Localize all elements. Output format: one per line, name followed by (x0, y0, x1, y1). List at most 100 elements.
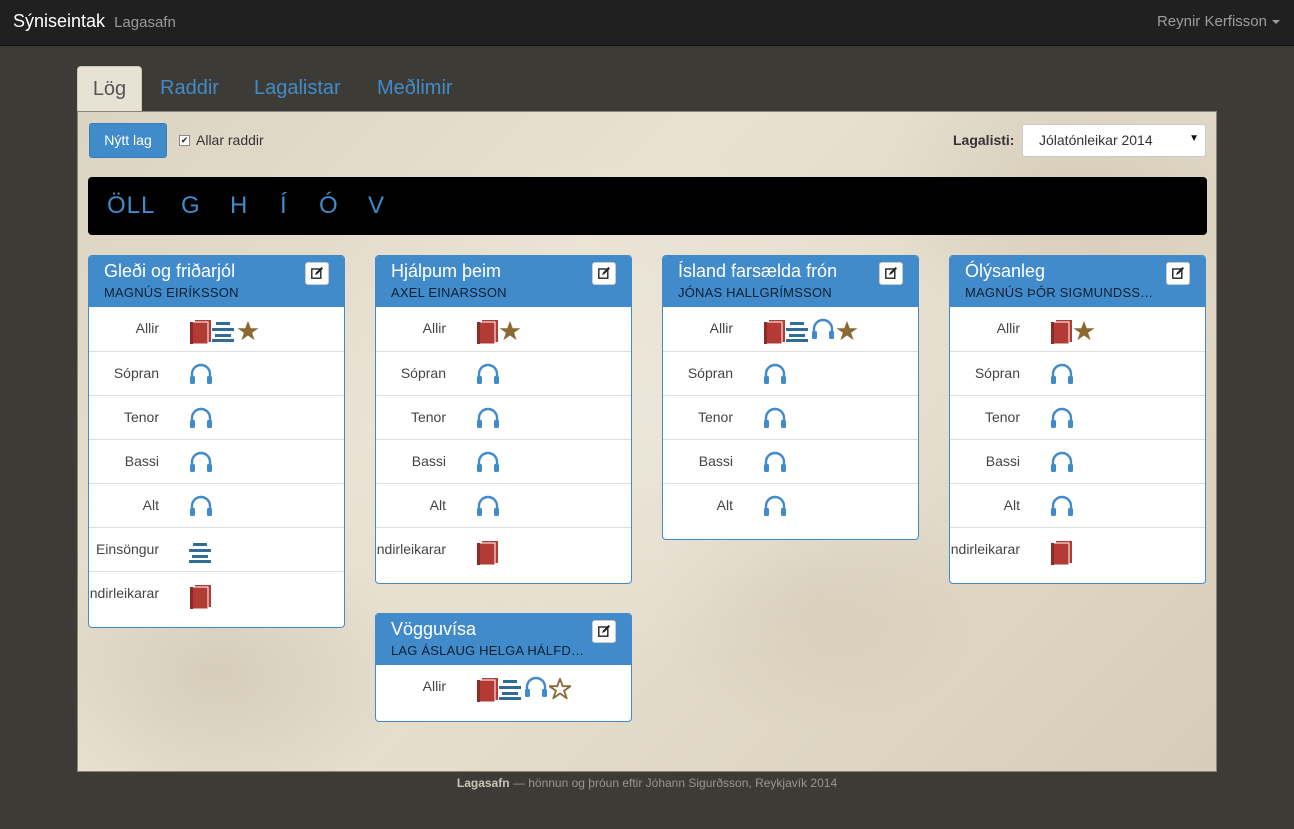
song-title[interactable]: Vögguvísa (391, 619, 476, 640)
headphones-icon[interactable] (189, 495, 213, 522)
book-icon[interactable] (476, 678, 498, 707)
letter-filter-o[interactable]: Ó (319, 192, 339, 220)
voice-row: Bassi (663, 439, 918, 483)
card-spacer (376, 709, 631, 721)
all-voices-toggle[interactable]: ✔ Allar raddir (179, 132, 264, 148)
song-title[interactable]: Hjálpum þeim (391, 261, 501, 282)
voice-row: Alt (950, 483, 1205, 527)
voice-label: Sópran (113, 365, 159, 381)
voice-label: Bassi (124, 453, 159, 469)
book-icon[interactable] (763, 320, 785, 349)
letter-filter-g[interactable]: G (181, 192, 201, 220)
tab-voices[interactable]: Raddir (160, 66, 219, 112)
user-menu[interactable]: Reynir Kerfisson (1157, 13, 1280, 30)
headphones-icon[interactable] (1050, 363, 1074, 390)
voice-row: Bassi (89, 439, 344, 483)
letter-filter-i[interactable]: Í (280, 192, 288, 220)
sheet-music-icon[interactable] (499, 680, 521, 705)
song-composer: AXEL EINARSSON (391, 285, 507, 300)
song-card-header: Vögguvísa LAG ÁSLAUG HELGA HÁLFD… (376, 614, 631, 665)
headphones-icon[interactable] (763, 363, 787, 390)
song-title[interactable]: Ólýsanleg (965, 261, 1045, 282)
voice-row: Sópran (950, 351, 1205, 395)
letter-filter-h[interactable]: H (230, 192, 248, 220)
sheet-music-icon[interactable] (189, 543, 211, 568)
playlist-label: Lagalisti: (953, 132, 1015, 148)
book-icon[interactable] (476, 541, 498, 570)
voice-label: Bassi (985, 453, 1020, 469)
headphones-icon[interactable] (476, 363, 500, 390)
star-outline-icon[interactable] (546, 676, 574, 704)
book-icon[interactable] (1050, 541, 1072, 570)
sheet-music-icon[interactable] (786, 322, 808, 347)
brand-title[interactable]: Sýniseintak (13, 11, 105, 31)
star-icon[interactable] (237, 320, 259, 346)
user-name[interactable]: Reynir Kerfisson (1157, 13, 1267, 30)
headphones-icon[interactable] (189, 407, 213, 434)
headphones-icon[interactable] (1050, 407, 1074, 434)
voice-label: Tenor (984, 409, 1020, 425)
edit-song-button[interactable] (592, 620, 616, 643)
card-spacer (950, 571, 1205, 583)
star-icon[interactable] (499, 320, 521, 346)
letter-filter-v[interactable]: V (368, 192, 385, 220)
tab-members[interactable]: Meðlimir (377, 66, 453, 112)
song-title[interactable]: Ísland farsælda frón (678, 261, 837, 282)
brand[interactable]: Sýniseintak Lagasafn (13, 11, 176, 32)
playlist-selected-value[interactable]: Jólatónleikar 2014 (1039, 132, 1153, 148)
letter-filter-all[interactable]: ÖLL (107, 192, 155, 220)
new-song-button[interactable]: Nýtt lag (89, 123, 167, 158)
edit-song-button[interactable] (305, 262, 329, 285)
voice-row: Einsöngur (89, 527, 344, 571)
star-icon[interactable] (1073, 320, 1095, 346)
headphones-icon[interactable] (524, 676, 548, 703)
headphones-icon[interactable] (1050, 451, 1074, 478)
caret-down-icon[interactable] (1272, 20, 1280, 25)
footer: Lagasafn — hönnun og þróun eftir Jóhann … (0, 776, 1294, 790)
brand-subtitle[interactable]: Lagasafn (114, 14, 176, 31)
book-icon[interactable] (476, 320, 498, 349)
voice-label: Allir (422, 678, 446, 694)
headphones-icon[interactable] (476, 495, 500, 522)
book-icon[interactable] (189, 320, 211, 349)
headphones-icon[interactable] (763, 495, 787, 522)
sheet-music-icon[interactable] (212, 322, 234, 347)
headphones-icon[interactable] (189, 451, 213, 478)
voice-label: Sópran (687, 365, 733, 381)
headphones-icon[interactable] (1050, 495, 1074, 522)
footer-brand: Lagasafn (456, 776, 510, 790)
song-title[interactable]: Gleði og friðarjól (104, 261, 235, 282)
playlist-select[interactable]: Jólatónleikar 2014 ▼ (1022, 124, 1206, 157)
voice-row: Bassi (376, 439, 631, 483)
all-voices-checkbox[interactable]: ✔ (179, 134, 190, 146)
edit-song-button[interactable] (592, 262, 616, 285)
edit-song-button[interactable] (1166, 262, 1190, 285)
song-card-header: Hjálpum þeim AXEL EINARSSON (376, 256, 631, 307)
book-icon[interactable] (1050, 320, 1072, 349)
all-voices-label[interactable]: Allar raddir (196, 132, 264, 148)
book-icon[interactable] (189, 585, 211, 614)
voice-row: Sópran (376, 351, 631, 395)
tab-songs[interactable]: Lög (77, 66, 142, 112)
headphones-icon[interactable] (763, 451, 787, 478)
voice-row: Alt (376, 483, 631, 527)
voice-row: Alt (89, 483, 344, 527)
headphones-icon[interactable] (476, 451, 500, 478)
voice-label: Undirleikarar (89, 585, 159, 601)
headphones-icon[interactable] (189, 363, 213, 390)
song-composer: MAGNÚS ÞÓR SIGMUNDSS… (965, 285, 1154, 300)
tab-playlists[interactable]: Lagalistar (254, 66, 341, 112)
edit-song-button[interactable] (879, 262, 903, 285)
headphones-icon[interactable] (811, 318, 835, 345)
headphones-icon[interactable] (763, 407, 787, 434)
song-card-body: Allir Sópran Tenor Bassi Alt (663, 307, 918, 539)
voice-label: Bassi (698, 453, 733, 469)
card-spacer (663, 527, 918, 539)
voice-row: Tenor (950, 395, 1205, 439)
voice-row: Allir (376, 665, 631, 709)
voice-row: Allir (663, 307, 918, 351)
star-icon[interactable] (836, 320, 858, 346)
select-arrow-icon[interactable]: ▼ (1189, 133, 1199, 144)
voice-row: Alt (663, 483, 918, 527)
headphones-icon[interactable] (476, 407, 500, 434)
